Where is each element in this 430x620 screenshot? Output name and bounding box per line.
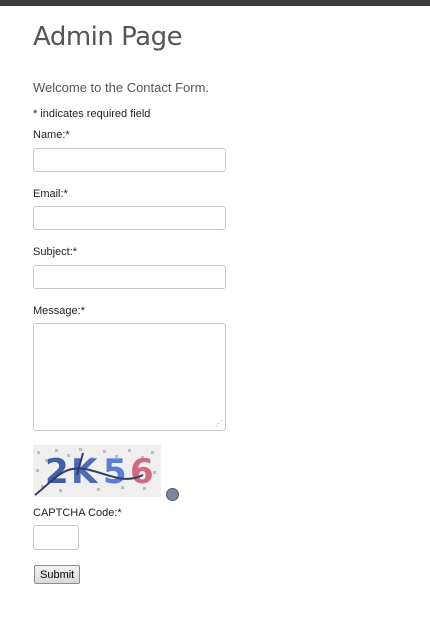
subject-label: Subject:* <box>33 246 78 258</box>
top-bar <box>0 0 430 6</box>
message-textarea[interactable]: ⋰ <box>33 323 226 431</box>
submit-button[interactable]: Submit <box>34 565 81 584</box>
welcome-text: Welcome to the Contact Form. <box>33 80 210 95</box>
captcha-code-label: CAPTCHA Code:* <box>33 507 122 519</box>
svg-text:6: 6 <box>130 452 154 492</box>
name-input[interactable] <box>33 148 226 172</box>
captcha-code-input[interactable] <box>33 525 79 550</box>
resize-grip-icon[interactable]: ⋰ <box>215 420 223 428</box>
email-label: Email:* <box>33 188 68 200</box>
captcha-graphic: 2 K 5 6 <box>34 448 156 496</box>
captcha-image: 2 K 5 6 <box>33 445 161 497</box>
subject-input[interactable] <box>33 265 226 289</box>
required-field-note: * indicates required field <box>33 108 151 120</box>
svg-text:5: 5 <box>103 452 127 492</box>
message-label: Message:* <box>33 305 85 317</box>
name-label: Name:* <box>33 129 70 141</box>
refresh-icon[interactable] <box>166 488 179 501</box>
email-input[interactable] <box>33 206 226 230</box>
page-title: Admin Page <box>33 22 183 52</box>
